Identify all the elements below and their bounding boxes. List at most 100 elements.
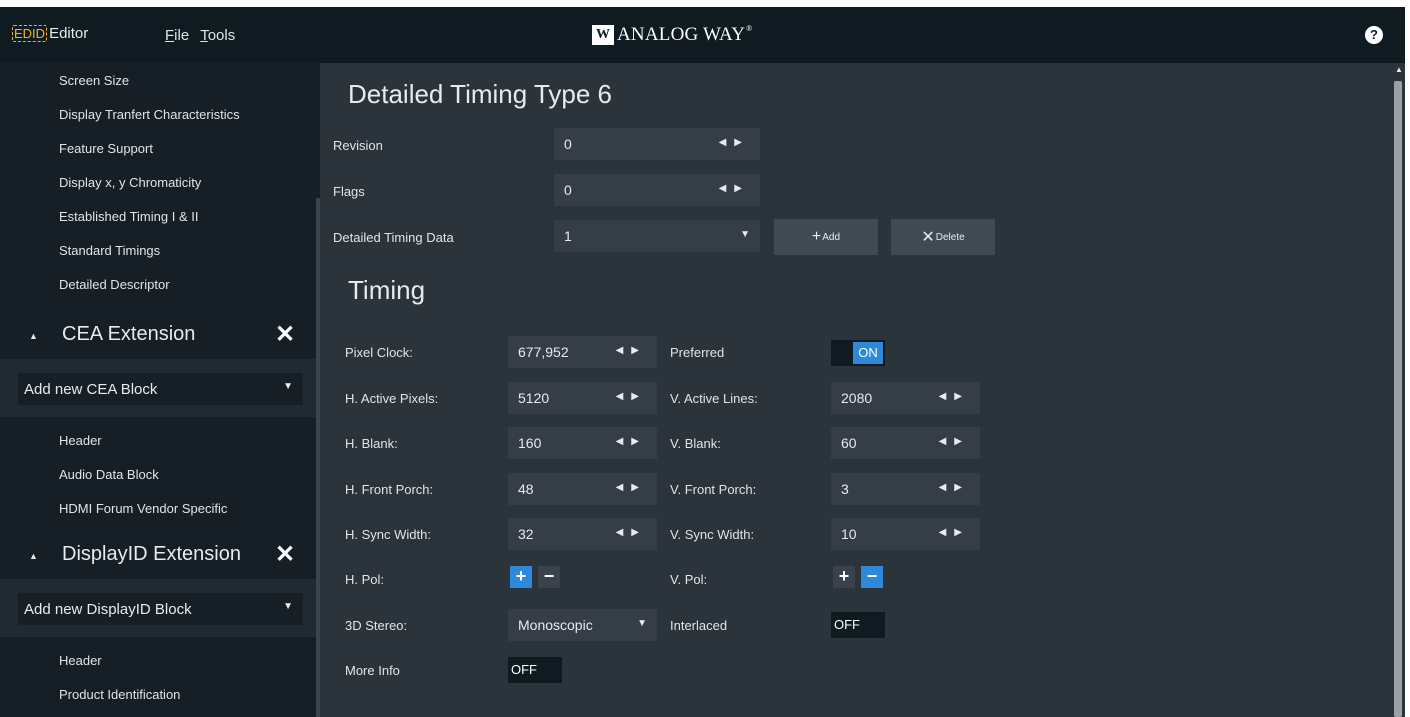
app-window: EDID Editor File Tools W ANALOG WAY® ? S… xyxy=(0,7,1405,717)
brand-name: ANALOG WAY® xyxy=(617,24,752,46)
toggle-state: ON xyxy=(853,342,883,364)
add-button[interactable]: + Add xyxy=(774,219,878,255)
sidebar-item-chromaticity[interactable]: Display x, y Chromaticity xyxy=(59,175,201,190)
stepper-arrows-icon[interactable]: ◀▶ xyxy=(939,391,970,402)
stepper-value: 10 xyxy=(841,526,857,542)
menu-bar: File Tools xyxy=(165,27,235,44)
revision-stepper[interactable]: 0 ◀▶ xyxy=(554,128,760,160)
stepper-value: 2080 xyxy=(841,390,873,406)
3d-stereo-select[interactable]: Monoscopic ▼ xyxy=(508,609,657,641)
main-scrollbar[interactable]: ▲ xyxy=(1392,63,1405,717)
toggle-state: OFF xyxy=(510,659,540,681)
sidebar-item-screen-size[interactable]: Screen Size xyxy=(59,73,129,88)
sidebar-item-feature-support[interactable]: Feature Support xyxy=(59,141,153,156)
help-icon[interactable]: ? xyxy=(1365,26,1383,44)
select-value: Monoscopic xyxy=(518,617,593,633)
sidebar-item-display-transfer[interactable]: Display Tranfert Characteristics xyxy=(59,107,240,122)
stepper-value: 32 xyxy=(518,526,534,542)
scrollbar-thumb[interactable] xyxy=(1394,81,1402,717)
chevron-down-icon: ▼ xyxy=(283,601,293,612)
interlaced-toggle[interactable]: OFF xyxy=(831,612,885,638)
v-blank-stepper[interactable]: 60 ◀▶ xyxy=(831,427,980,459)
sidebar-item-audio-data-block[interactable]: Audio Data Block xyxy=(59,467,159,482)
scroll-up-icon[interactable]: ▲ xyxy=(1395,65,1403,74)
pixel-clock-stepper[interactable]: 677,952 ◀▶ xyxy=(508,336,657,368)
sidebar-item-detailed-descriptor[interactable]: Detailed Descriptor xyxy=(59,277,170,292)
flags-stepper[interactable]: 0 ◀▶ xyxy=(554,174,760,206)
dropdown-label: Add new DisplayID Block xyxy=(24,601,192,618)
close-icon[interactable]: ✕ xyxy=(275,540,295,569)
h-sync-width-label: H. Sync Width: xyxy=(345,527,431,542)
v-sync-width-label: V. Sync Width: xyxy=(670,527,755,542)
stepper-arrows-icon[interactable]: ◀▶ xyxy=(939,482,970,493)
close-icon: ✕ xyxy=(921,229,935,246)
pixel-clock-label: Pixel Clock: xyxy=(345,345,413,360)
h-front-porch-label: H. Front Porch: xyxy=(345,482,434,497)
page-title: Detailed Timing Type 6 xyxy=(348,79,612,109)
add-cea-block-dropdown[interactable]: Add new CEA Block ▼ xyxy=(18,373,303,405)
stepper-arrows-icon[interactable]: ◀▶ xyxy=(616,482,647,493)
section-title: DisplayID Extension xyxy=(62,543,241,565)
select-value: 1 xyxy=(564,228,572,244)
v-pol-plus-button[interactable]: + xyxy=(833,566,855,588)
menu-file[interactable]: File xyxy=(165,27,189,44)
sidebar-item-standard-timings[interactable]: Standard Timings xyxy=(59,243,160,258)
h-pol-plus-button[interactable]: + xyxy=(510,566,532,588)
dropdown-label: Add new CEA Block xyxy=(24,381,158,398)
delete-button[interactable]: ✕ Delete xyxy=(891,219,995,255)
sidebar-item-hdmi-forum[interactable]: HDMI Forum Vendor Specific xyxy=(59,501,227,516)
h-blank-stepper[interactable]: 160 ◀▶ xyxy=(508,427,657,459)
h-blank-label: H. Blank: xyxy=(345,436,398,451)
stepper-value: 48 xyxy=(518,481,534,497)
section-cea-extension: ▲ CEA Extension ✕ xyxy=(0,315,316,359)
stepper-arrows-icon[interactable]: ◀▶ xyxy=(719,183,750,194)
collapse-caret-icon[interactable]: ▲ xyxy=(29,551,38,561)
top-bar: EDID Editor File Tools W ANALOG WAY® ? xyxy=(0,7,1405,63)
stepper-arrows-icon[interactable]: ◀▶ xyxy=(939,436,970,447)
plus-icon: + xyxy=(811,228,822,245)
collapse-caret-icon[interactable]: ▲ xyxy=(29,331,38,341)
sidebar-item-product-identification[interactable]: Product Identification xyxy=(59,687,180,702)
h-front-porch-stepper[interactable]: 48 ◀▶ xyxy=(508,473,657,505)
stepper-arrows-icon[interactable]: ◀▶ xyxy=(616,345,647,356)
stepper-arrows-icon[interactable]: ◀▶ xyxy=(719,137,750,148)
brand-registered: ® xyxy=(746,24,753,33)
delete-label: Delete xyxy=(935,231,965,243)
add-cea-block-select: Add new CEA Block ▼ xyxy=(0,359,316,417)
timing-title: Timing xyxy=(348,275,426,305)
add-displayid-block-select: Add new DisplayID Block ▼ xyxy=(0,579,316,637)
v-sync-width-stepper[interactable]: 10 ◀▶ xyxy=(831,518,980,550)
h-active-pixels-stepper[interactable]: 5120 ◀▶ xyxy=(508,382,657,414)
stepper-arrows-icon[interactable]: ◀▶ xyxy=(939,527,970,538)
edid-chip-icon: EDID xyxy=(12,25,48,42)
section-displayid-extension: ▲ DisplayID Extension ✕ xyxy=(0,535,316,579)
sidebar-item-displayid-header[interactable]: Header xyxy=(59,653,102,668)
stepper-arrows-icon[interactable]: ◀▶ xyxy=(616,527,647,538)
more-info-toggle[interactable]: OFF xyxy=(508,657,562,683)
sidebar-item-cea-header[interactable]: Header xyxy=(59,433,102,448)
brand-logo: W ANALOG WAY® xyxy=(592,24,752,46)
stepper-value: 677,952 xyxy=(518,344,569,360)
app-logo: EDID Editor xyxy=(12,25,88,42)
add-displayid-block-dropdown[interactable]: Add new DisplayID Block ▼ xyxy=(18,593,303,625)
brand-text: ANALOG WAY xyxy=(617,24,746,45)
add-label: Add xyxy=(822,231,841,243)
menu-tools[interactable]: Tools xyxy=(200,27,235,44)
stepper-arrows-icon[interactable]: ◀▶ xyxy=(616,391,647,402)
sidebar: Screen Size Display Tranfert Characteris… xyxy=(0,63,320,717)
h-pol-label: H. Pol: xyxy=(345,572,385,587)
v-blank-label: V. Blank: xyxy=(670,436,721,451)
stepper-arrows-icon[interactable]: ◀▶ xyxy=(616,436,647,447)
v-active-lines-stepper[interactable]: 2080 ◀▶ xyxy=(831,382,980,414)
stepper-value: 160 xyxy=(518,435,542,451)
v-front-porch-stepper[interactable]: 3 ◀▶ xyxy=(831,473,980,505)
detailed-timing-data-select[interactable]: 1 ▼ xyxy=(554,220,760,252)
h-pol-minus-button[interactable]: − xyxy=(538,566,560,588)
sidebar-item-established-timing[interactable]: Established Timing I & II xyxy=(59,209,198,224)
close-icon[interactable]: ✕ xyxy=(275,320,295,349)
v-front-porch-label: V. Front Porch: xyxy=(670,482,757,497)
h-sync-width-stepper[interactable]: 32 ◀▶ xyxy=(508,518,657,550)
v-pol-minus-button[interactable]: − xyxy=(861,566,883,588)
interlaced-label: Interlaced xyxy=(670,618,728,633)
preferred-toggle[interactable]: ON xyxy=(831,340,885,366)
